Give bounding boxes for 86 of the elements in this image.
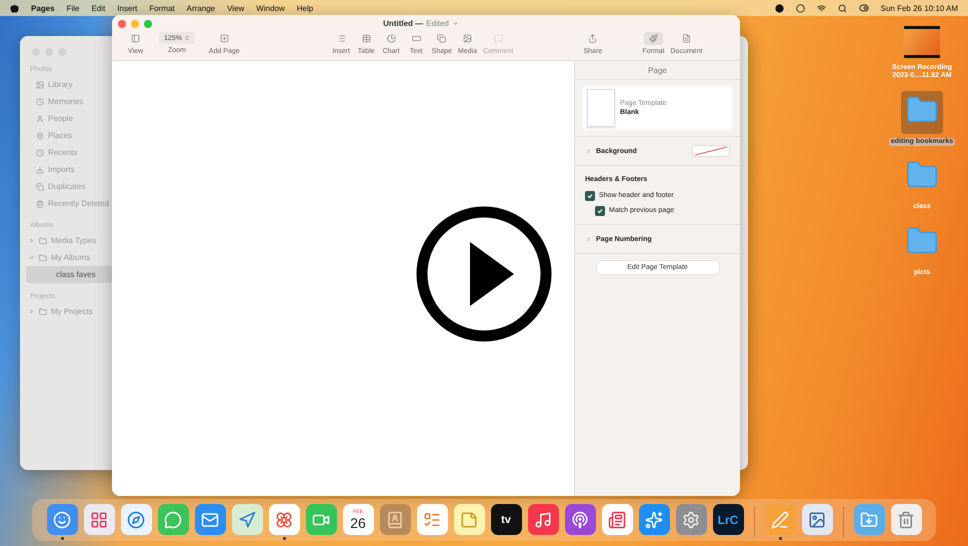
sidebar-icon	[36, 200, 44, 208]
toolbar-icon	[386, 34, 396, 43]
toolbar-icon	[437, 34, 446, 43]
trash-icon[interactable]	[890, 504, 922, 535]
toolbar-icon	[648, 34, 658, 43]
checkmark-icon	[597, 208, 603, 214]
menu-item[interactable]: View	[227, 4, 244, 12]
newspaper-icon[interactable]	[602, 504, 632, 535]
toolbar-icon	[462, 34, 472, 43]
podcast-icon[interactable]	[564, 504, 596, 535]
menu-item[interactable]: Insert	[117, 4, 138, 12]
menu-item[interactable]: Format	[149, 4, 175, 12]
wifi-icon[interactable]	[816, 4, 826, 12]
zoom-icon[interactable]	[144, 20, 152, 28]
document-status[interactable]: Edited	[426, 19, 449, 28]
menu-item[interactable]: Window	[256, 4, 285, 12]
sidebar-icon	[36, 98, 44, 106]
page-thumbnail	[587, 89, 615, 127]
app-icon-text: tv	[501, 514, 511, 526]
sidebar-icon	[36, 80, 44, 88]
notepad-icon[interactable]	[454, 504, 484, 535]
running-indicator	[778, 537, 782, 540]
no-fill-swatch[interactable]	[692, 145, 730, 157]
chevron-icon[interactable]	[28, 254, 35, 261]
sidebar-item[interactable]: class faves	[26, 266, 112, 283]
chat-bubble-icon[interactable]	[158, 504, 188, 535]
sidebar-icon	[39, 254, 47, 262]
checkbox[interactable]	[585, 190, 595, 200]
sidebar-icon	[36, 148, 44, 156]
address-book-icon[interactable]	[380, 504, 410, 535]
calendar-day: 26	[350, 514, 366, 530]
app-icon-text: LrC	[718, 512, 738, 526]
chevron-icon[interactable]	[585, 236, 592, 242]
chevron-icon[interactable]	[585, 148, 592, 154]
sidebar-icon	[36, 132, 44, 140]
search-icon[interactable]	[838, 4, 847, 12]
toolbar-icon	[362, 34, 371, 43]
sidebar-icon	[36, 166, 44, 174]
running-indicator	[282, 537, 286, 540]
tv-app-icon[interactable]: tv	[490, 504, 522, 535]
sidebar-icon	[36, 114, 44, 122]
compass-icon[interactable]	[120, 504, 152, 535]
checklist-icon[interactable]	[416, 504, 448, 535]
toolbar-icon	[682, 34, 691, 43]
menu-item[interactable]: Edit	[91, 4, 106, 12]
sidebar-icon	[36, 182, 44, 190]
toolbar-icon	[412, 34, 421, 43]
checkbox[interactable]	[595, 206, 605, 216]
menu-item[interactable]: Arrange	[186, 4, 216, 12]
apple-logo-icon[interactable]	[10, 4, 19, 12]
toolbar-icon	[220, 34, 229, 43]
menu-clock[interactable]: Sun Feb 26 10:10 AM	[880, 4, 958, 12]
toolbar-icon	[131, 34, 140, 43]
app-grid-icon[interactable]	[84, 504, 114, 535]
download-folder-icon[interactable]	[854, 504, 884, 535]
chevron-icon[interactable]	[452, 20, 459, 27]
status-icon[interactable]	[796, 4, 805, 12]
menu-item[interactable]: File	[66, 4, 80, 12]
smiley-face-icon[interactable]	[46, 504, 78, 535]
control-center-icon[interactable]	[858, 3, 869, 13]
close-icon[interactable]	[118, 20, 126, 28]
toolbar-icon	[494, 34, 503, 43]
picture-icon[interactable]	[802, 504, 832, 535]
gear-icon[interactable]	[676, 504, 706, 535]
sidebar-icon	[39, 308, 47, 316]
app-menu[interactable]: Pages	[31, 4, 55, 12]
chevron-icon[interactable]	[28, 237, 35, 244]
sidebar-icon	[39, 236, 47, 244]
flower-icon[interactable]	[268, 504, 300, 535]
toolbar-icon	[588, 34, 598, 43]
document-page[interactable]	[112, 61, 574, 496]
music-note-icon[interactable]	[528, 504, 558, 535]
checkmark-icon	[587, 192, 593, 198]
toolbar-icon	[336, 34, 346, 43]
map-icon[interactable]	[232, 504, 262, 535]
running-indicator	[60, 537, 64, 540]
folder-icon[interactable]	[900, 90, 943, 134]
photo-app-icon[interactable]: LrC	[712, 504, 744, 535]
menu-item[interactable]: Help	[296, 4, 314, 12]
chevron-icon[interactable]	[28, 308, 35, 315]
video-camera-icon[interactable]	[306, 504, 336, 535]
inspector-tab[interactable]: Page	[575, 61, 740, 80]
record-icon[interactable]	[774, 4, 784, 12]
pen-icon[interactable]	[764, 504, 796, 535]
envelope-icon[interactable]	[194, 504, 226, 535]
window-title: Untitled —	[383, 19, 424, 28]
